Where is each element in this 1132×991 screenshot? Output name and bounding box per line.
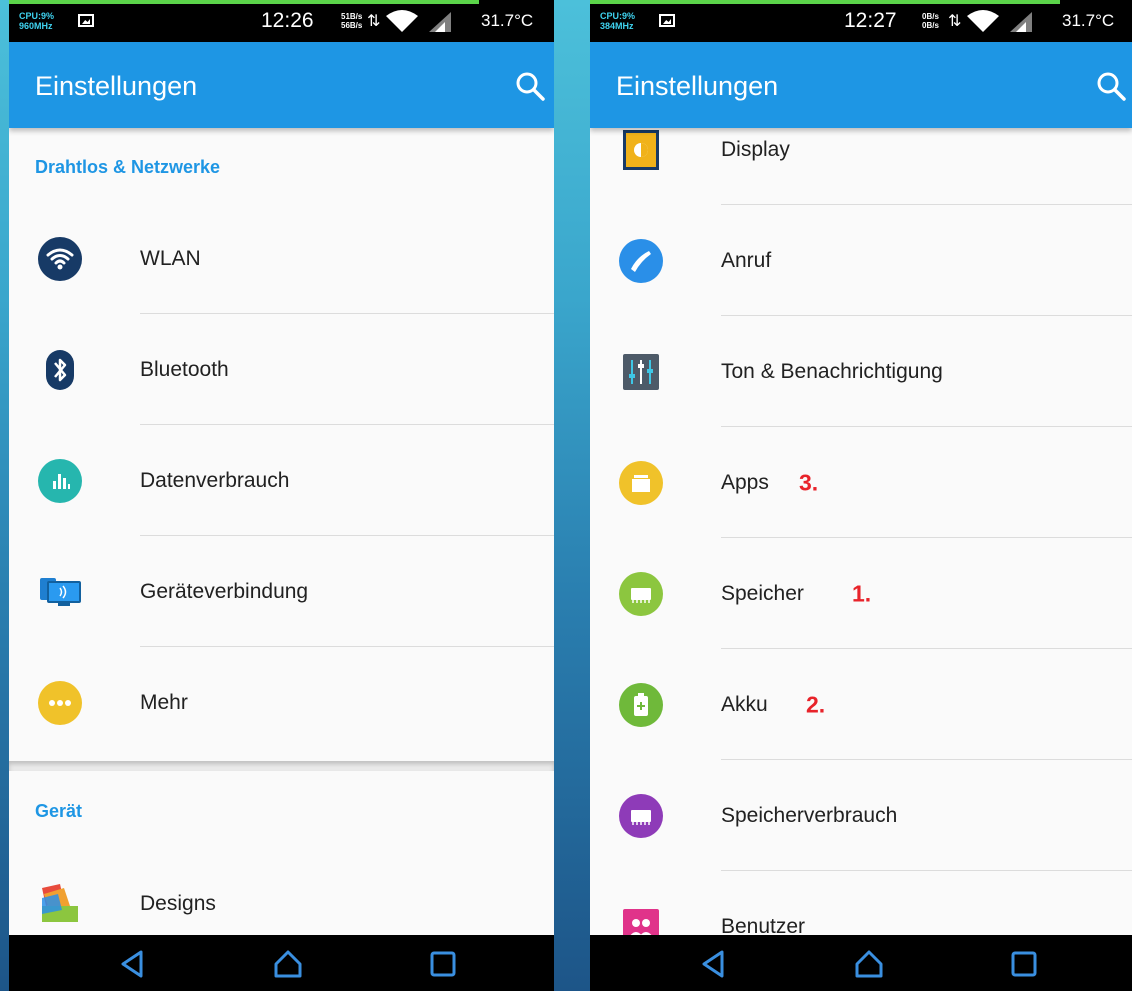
bluetooth-icon — [46, 349, 74, 390]
battery-icon — [619, 682, 663, 727]
status-progress-line — [9, 0, 479, 4]
device-connection-icon — [40, 577, 81, 606]
cpu-frequency: 960MHz — [19, 21, 53, 31]
settings-item-user[interactable]: Benutzer — [590, 871, 1132, 935]
recents-icon[interactable] — [1008, 948, 1040, 980]
net-up-speed: 0B/s — [922, 12, 939, 21]
designs-icon — [42, 883, 78, 922]
section-header-device: Gerät — [35, 801, 83, 821]
step-annotation: 3. — [799, 469, 819, 495]
settings-item-label: Mehr — [140, 690, 188, 714]
storage-icon — [619, 571, 663, 616]
settings-list: Display Anruf Ton & Benachrichtigung App… — [590, 128, 1132, 935]
search-icon[interactable] — [1095, 70, 1127, 102]
settings-item-display[interactable]: Display — [590, 128, 1132, 205]
sound-icon — [623, 353, 659, 390]
left-phone-screen: CPU:9% 960MHz 12:26 51B/s 56B/s ⇅ 31.7°C… — [9, 0, 554, 991]
apps-icon — [619, 460, 663, 505]
net-up-speed: 51B/s — [341, 12, 363, 21]
cpu-usage: CPU:9% — [600, 11, 636, 21]
back-icon[interactable] — [698, 948, 730, 980]
gallery-notification-icon — [659, 14, 675, 27]
user-icon — [623, 908, 659, 935]
display-icon — [623, 129, 659, 170]
settings-item-label: Speicherverbrauch — [721, 803, 898, 827]
cpu-frequency: 384MHz — [600, 21, 634, 31]
settings-item-device-connection[interactable]: Geräteverbindung — [9, 536, 554, 647]
back-icon[interactable] — [117, 948, 149, 980]
settings-item-battery[interactable]: Akku 2. — [590, 649, 1132, 760]
home-icon[interactable] — [272, 948, 304, 980]
cpu-usage: CPU:9% — [19, 11, 55, 21]
settings-item-label: Geräteverbindung — [140, 579, 309, 603]
cell-signal-icon — [429, 12, 451, 32]
clock: 12:27 — [844, 9, 897, 32]
data-transfer-icon: ⇅ — [948, 13, 962, 30]
settings-item-label: Akku — [721, 692, 768, 716]
settings-item-data-usage[interactable]: Datenverbrauch — [9, 425, 554, 536]
status-bar: CPU:9% 960MHz 12:26 51B/s 56B/s ⇅ 31.7°C — [9, 0, 554, 42]
cpu-info: CPU:9% 384MHz — [600, 11, 635, 31]
step-annotation: 2. — [806, 691, 826, 717]
data-usage-icon — [38, 458, 82, 503]
settings-item-label: Display — [721, 137, 790, 161]
settings-item-bluetooth[interactable]: Bluetooth — [9, 314, 554, 425]
data-transfer-icon: ⇅ — [367, 13, 381, 30]
wifi-signal-icon — [386, 10, 418, 32]
more-icon — [38, 680, 82, 725]
settings-item-wlan[interactable]: WLAN — [9, 203, 554, 314]
network-speed: 0B/s 0B/s — [922, 12, 939, 30]
right-phone-screen: CPU:9% 384MHz 12:27 0B/s 0B/s ⇅ 31.7°C E… — [590, 0, 1132, 991]
settings-item-memory-usage[interactable]: Speicherverbrauch — [590, 760, 1132, 871]
page-title: Einstellungen — [35, 71, 198, 101]
temperature: 31.7°C — [1062, 11, 1115, 30]
settings-item-label: Speicher — [721, 581, 804, 605]
settings-item-label: Apps — [721, 470, 769, 494]
navigation-bar — [9, 935, 554, 991]
settings-item-apps[interactable]: Apps 3. — [590, 427, 1132, 538]
settings-item-sound[interactable]: Ton & Benachrichtigung — [590, 316, 1132, 427]
settings-item-storage[interactable]: Speicher 1. — [590, 538, 1132, 649]
search-icon[interactable] — [514, 70, 546, 102]
navigation-bar — [590, 935, 1132, 991]
page-title: Einstellungen — [616, 71, 779, 101]
settings-item-label: Anruf — [721, 248, 772, 272]
home-icon[interactable] — [853, 948, 885, 980]
app-bar: Einstellungen — [9, 42, 554, 128]
settings-item-label: Datenverbrauch — [140, 468, 290, 492]
settings-item-designs[interactable]: Designs — [9, 848, 554, 935]
settings-item-call[interactable]: Anruf — [590, 205, 1132, 316]
settings-item-label: WLAN — [140, 246, 201, 270]
settings-item-label: Benutzer — [721, 914, 806, 936]
settings-item-label: Ton & Benachrichtigung — [721, 359, 943, 383]
gallery-notification-icon — [78, 14, 94, 27]
app-bar: Einstellungen — [590, 42, 1132, 128]
status-progress-line — [590, 0, 1060, 4]
memory-icon — [619, 793, 663, 838]
settings-item-label: Designs — [140, 891, 216, 915]
settings-item-label: Bluetooth — [140, 357, 229, 381]
cpu-info: CPU:9% 960MHz — [19, 11, 54, 31]
network-speed: 51B/s 56B/s — [341, 12, 362, 30]
section-header-wireless: Drahtlos & Netzwerke — [35, 157, 221, 177]
wifi-icon — [38, 236, 82, 281]
settings-item-more[interactable]: Mehr — [9, 647, 554, 758]
step-annotation: 1. — [852, 580, 872, 606]
wifi-signal-icon — [967, 10, 999, 32]
status-bar: CPU:9% 384MHz 12:27 0B/s 0B/s ⇅ 31.7°C — [590, 0, 1132, 42]
net-down-speed: 0B/s — [922, 21, 939, 30]
clock: 12:26 — [261, 9, 314, 32]
net-down-speed: 56B/s — [341, 21, 363, 30]
section-divider — [9, 761, 554, 771]
recents-icon[interactable] — [427, 948, 459, 980]
settings-list: Drahtlos & Netzwerke WLAN Bluetooth Date… — [9, 128, 554, 935]
temperature: 31.7°C — [481, 11, 534, 30]
cell-signal-icon — [1010, 12, 1032, 32]
call-icon — [619, 238, 663, 283]
